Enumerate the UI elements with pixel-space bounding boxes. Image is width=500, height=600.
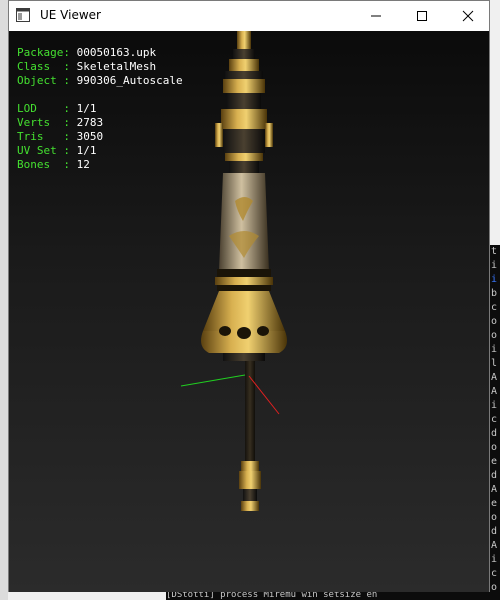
console-window-fragment: t i i b c o o i l A A i c d o e d A e o … — [490, 245, 500, 600]
axis-gizmo — [180, 374, 280, 415]
info-separator: : — [63, 144, 77, 157]
info-separator: : — [63, 102, 77, 115]
info-label: Bones — [17, 158, 64, 171]
minimize-icon — [371, 15, 381, 17]
info-tris: Tris : 3050 — [17, 130, 183, 144]
info-label: Package — [17, 46, 64, 59]
info-label: UV Set — [17, 144, 64, 157]
close-button[interactable] — [445, 1, 491, 31]
info-bones: Bones : 12 — [17, 158, 183, 172]
info-verts: Verts : 2783 — [17, 116, 183, 130]
info-separator: : — [63, 46, 77, 59]
info-label: Class — [17, 60, 64, 73]
desktop-background — [0, 0, 8, 600]
info-value: 1/1 — [76, 102, 97, 115]
info-value: 990306_Autoscale — [76, 74, 183, 87]
console-text-fragment: t i i b c o o i l A A i c d o e d A e o … — [491, 246, 498, 593]
info-label: LOD — [17, 102, 64, 115]
info-separator: : — [63, 116, 77, 129]
title-bar[interactable]: UE Viewer — [9, 1, 489, 31]
info-lod: LOD : 1/1 — [17, 102, 183, 116]
info-value: SkeletalMesh — [76, 60, 157, 73]
mesh-bell — [201, 291, 287, 361]
info-value: 3050 — [76, 130, 104, 143]
info-value: 12 — [76, 158, 90, 171]
info-class: Class : SkeletalMesh — [17, 60, 183, 74]
mesh-body — [215, 161, 273, 291]
info-separator: : — [63, 74, 77, 87]
info-label: Verts — [17, 116, 64, 129]
info-value: 00050163.upk — [76, 46, 157, 59]
info-separator: : — [63, 158, 77, 171]
info-value: 1/1 — [76, 144, 97, 157]
app-window-icon — [16, 8, 30, 22]
close-icon — [462, 10, 474, 22]
mesh-info-overlay: Package: 00050163.upk Class : SkeletalMe… — [17, 46, 183, 172]
info-value: 2783 — [76, 116, 104, 129]
window-title: UE Viewer — [40, 8, 101, 22]
info-separator: : — [63, 60, 77, 73]
info-object: Object : 990306_Autoscale — [17, 74, 183, 88]
ue-viewer-window: UE Viewer Package: 00050163.upk Class: … — [8, 0, 490, 592]
mesh-chain — [239, 361, 261, 511]
info-package: Package: 00050163.upk — [17, 46, 183, 60]
info-uvset: UV Set : 1/1 — [17, 144, 183, 158]
maximize-button[interactable] — [399, 1, 445, 31]
maximize-icon — [417, 11, 427, 21]
mesh-top-spire — [215, 31, 273, 161]
info-separator: : — [63, 130, 77, 143]
info-label: Object — [17, 74, 64, 87]
minimize-button[interactable] — [353, 1, 399, 31]
3d-viewport[interactable]: Package: 00050163.upk Class : SkeletalMe… — [9, 31, 489, 592]
info-label: Tris — [17, 130, 64, 143]
